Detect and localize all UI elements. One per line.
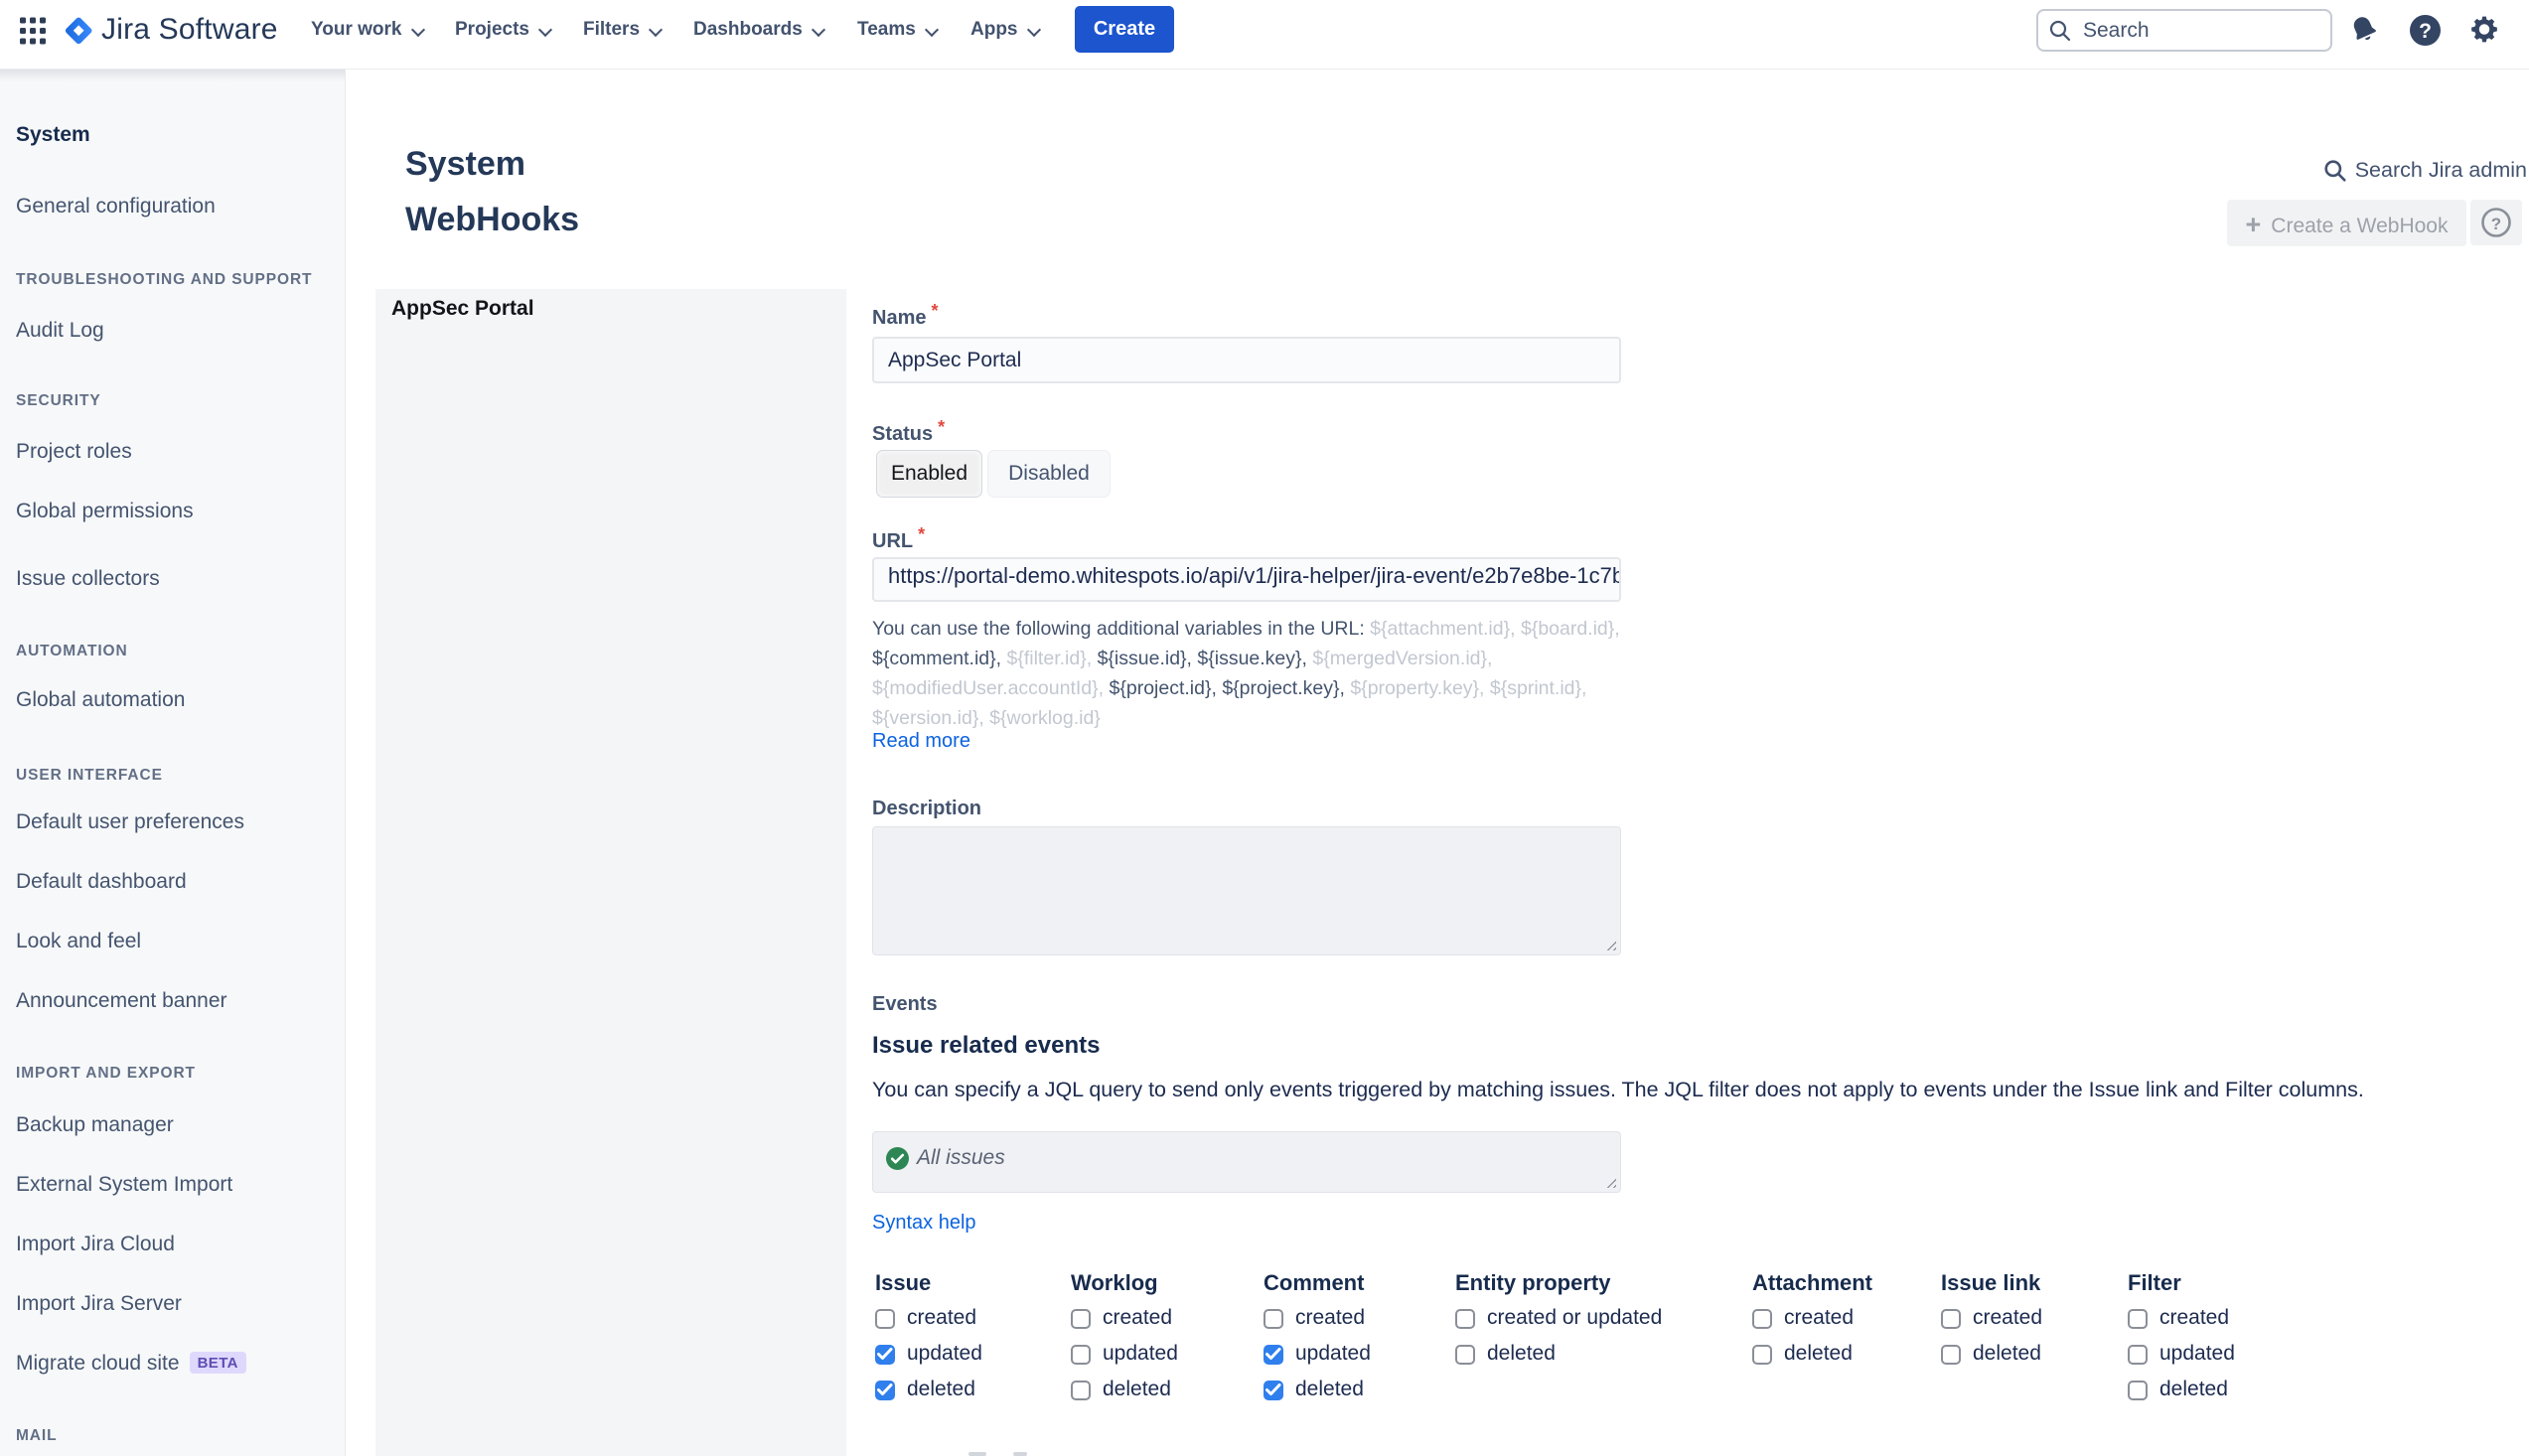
- svg-text:?: ?: [2419, 20, 2432, 43]
- svg-text:?: ?: [2491, 215, 2501, 233]
